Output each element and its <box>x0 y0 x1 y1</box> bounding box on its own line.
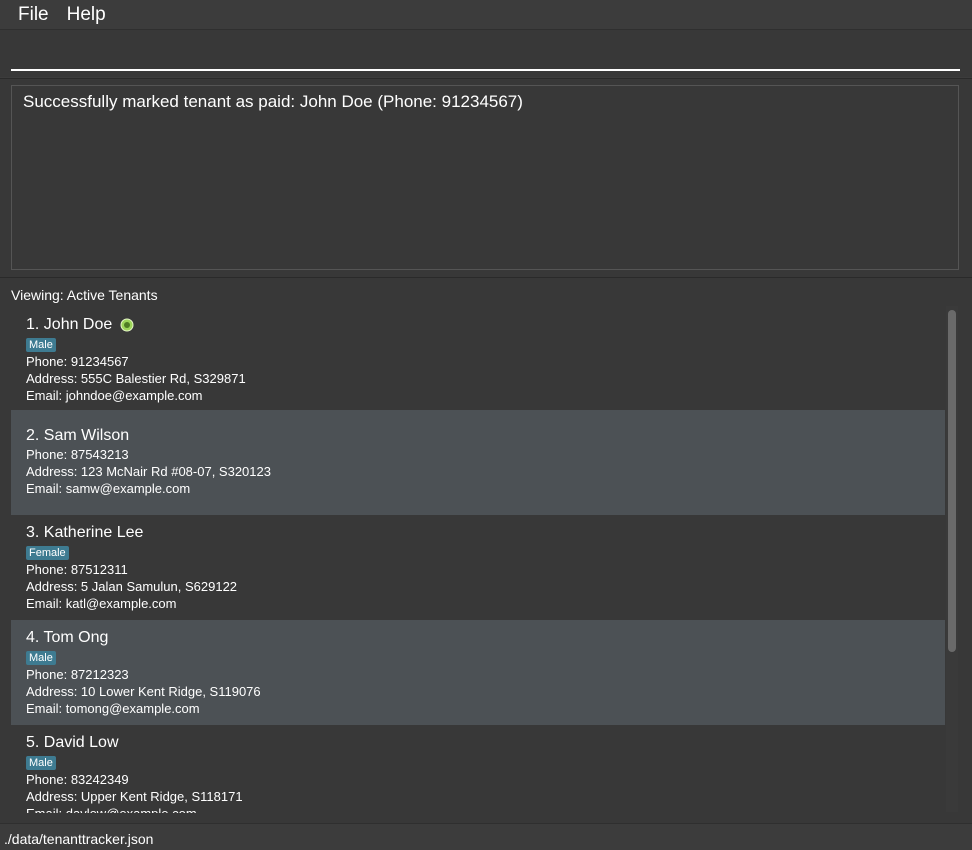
status-bar: ./data/tenanttracker.json <box>0 823 972 850</box>
save-file-path: ./data/tenanttracker.json <box>4 831 154 847</box>
tenant-card[interactable]: 4. Tom Ong Male Phone: 87212323 Address:… <box>11 620 945 725</box>
menu-bar: File Help <box>0 0 972 30</box>
tenant-name: 3. Katherine Lee <box>26 524 144 541</box>
tenant-phone: Phone: 91234567 <box>26 354 129 369</box>
scroll-thumb[interactable] <box>948 310 956 652</box>
tenant-email: Email: katl@example.com <box>26 596 177 611</box>
tenant-email: Email: davlow@example.com <box>26 805 945 813</box>
tenant-email: Email: tomong@example.com <box>26 701 200 716</box>
list-scrollbar[interactable] <box>946 306 958 812</box>
tenant-name: 5. David Low <box>26 734 119 751</box>
command-box <box>0 30 972 77</box>
tenant-list[interactable]: 1. John Doe Male Phone: 91234567 Address… <box>11 305 960 813</box>
tenant-name: 1. John Doe <box>26 316 113 333</box>
tenant-card[interactable]: 5. David Low Male Phone: 83242349 Addres… <box>11 725 945 813</box>
tenant-address: Address: 123 McNair Rd #08-07, S320123 <box>26 464 271 479</box>
tenant-phone: Phone: 87543213 <box>26 447 129 462</box>
tenant-phone: Phone: 87512311 <box>26 562 128 577</box>
tenant-card[interactable]: 1. John Doe Male Phone: 91234567 Address… <box>11 305 945 409</box>
tenant-address: Address: 10 Lower Kent Ridge, S119076 <box>26 684 261 699</box>
tenant-address: Address: 5 Jalan Samulun, S629122 <box>26 579 238 594</box>
tenant-phone: Phone: 87212323 <box>26 667 129 682</box>
tenant-list-panel: Viewing: Active Tenants 1. John Doe Male… <box>0 278 972 823</box>
gender-tag: Male <box>26 756 56 770</box>
tenant-email: Email: johndoe@example.com <box>26 388 203 403</box>
tenant-card[interactable]: 2. Sam Wilson Phone: 87543213 Address: 1… <box>11 410 945 515</box>
tenant-name-row: 1. John Doe <box>26 315 945 335</box>
gender-tag: Male <box>26 651 56 665</box>
tenant-email: Email: samw@example.com <box>26 481 191 496</box>
gender-tag: Male <box>26 338 56 352</box>
tenant-name: 2. Sam Wilson <box>26 427 130 444</box>
menu-help[interactable]: Help <box>59 0 116 29</box>
tenant-phone: Phone: 83242349 <box>26 772 129 787</box>
paid-badge-icon <box>120 318 134 332</box>
tenant-name: 4. Tom Ong <box>26 629 109 646</box>
tenant-card[interactable]: 3. Katherine Lee Female Phone: 87512311 … <box>11 515 945 620</box>
tenant-address: Address: 555C Balestier Rd, S329871 <box>26 371 246 386</box>
result-display-panel: Successfully marked tenant as paid: John… <box>0 78 972 278</box>
tenant-address: Address: Upper Kent Ridge, S118171 <box>26 789 243 804</box>
menu-file[interactable]: File <box>0 0 59 29</box>
list-title: Viewing: Active Tenants <box>11 287 158 303</box>
result-message: Successfully marked tenant as paid: John… <box>11 85 959 270</box>
gender-tag: Female <box>26 546 69 560</box>
command-input[interactable] <box>11 38 960 71</box>
